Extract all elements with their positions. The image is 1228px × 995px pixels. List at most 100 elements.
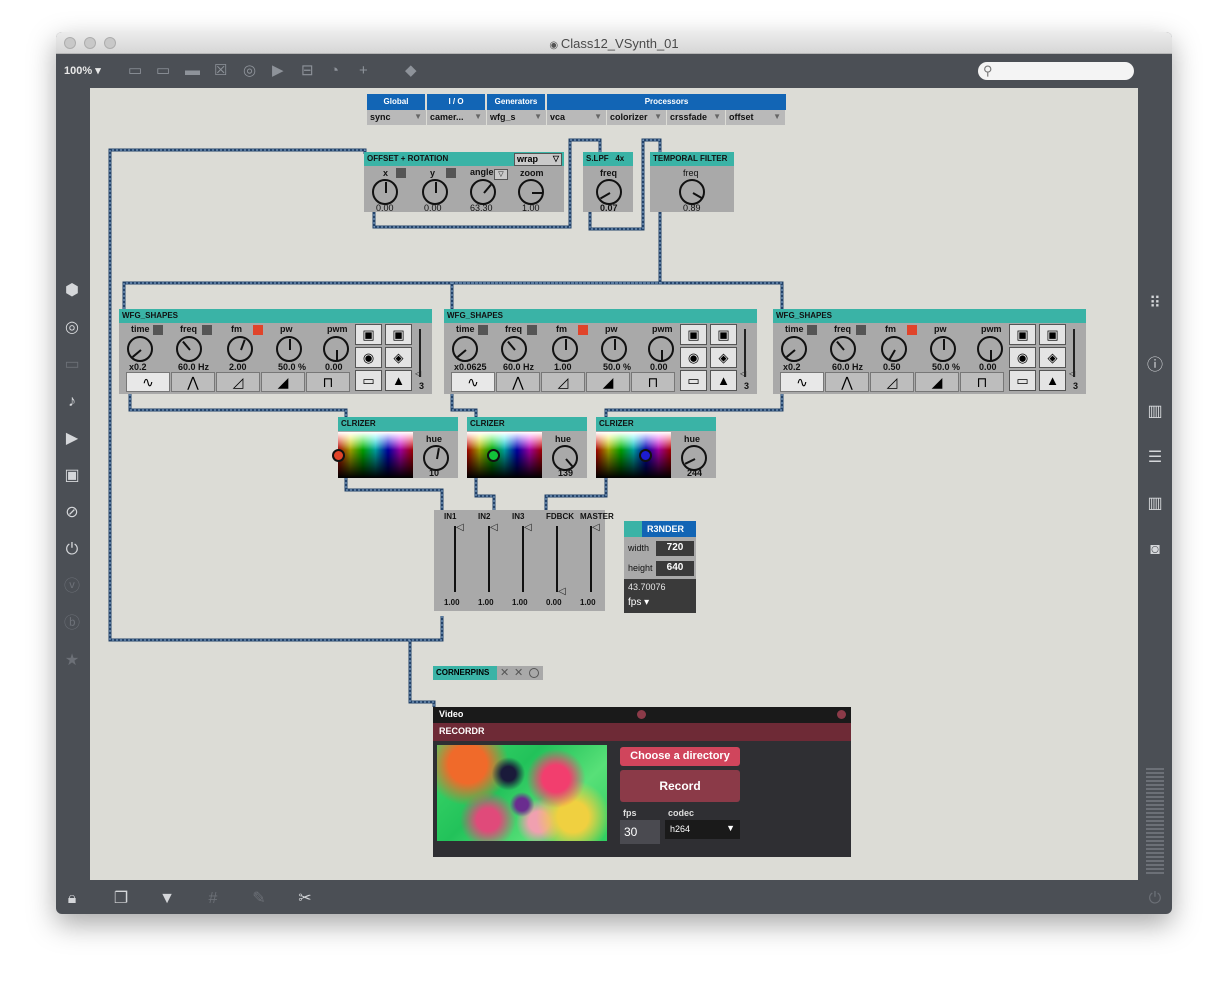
shape-button[interactable]: ◉	[355, 347, 382, 368]
shape-button[interactable]: ◈	[1039, 347, 1066, 368]
mixer-fader[interactable]	[556, 526, 558, 592]
wfg-param-knob[interactable]	[781, 336, 807, 362]
fps-unit-menu[interactable]: fps ▾	[628, 597, 694, 608]
shape-button[interactable]: ◈	[385, 347, 412, 368]
angle-knob[interactable]	[470, 179, 496, 205]
y-knob[interactable]	[422, 179, 448, 205]
wfg-param-knob[interactable]	[552, 336, 578, 362]
shape-button[interactable]: ▭	[680, 370, 707, 391]
fader-handle-icon[interactable]: ◁	[558, 586, 566, 597]
wfg-param-knob[interactable]	[127, 336, 153, 362]
clrizer-module[interactable]: CLRIZER hue 244	[596, 417, 716, 478]
comment-icon[interactable]: ▬	[185, 63, 200, 79]
paperclip-icon[interactable]: ⊘	[61, 504, 83, 522]
shape-button[interactable]: ▭	[355, 370, 382, 391]
menu-crssfade[interactable]: crssfade ▼	[667, 110, 726, 125]
waveform-button[interactable]: ◿	[870, 372, 914, 392]
wfg-mod-toggle[interactable]	[153, 325, 163, 335]
shape-button[interactable]: ▲	[1039, 370, 1066, 391]
shape-button[interactable]: ▭	[1009, 370, 1036, 391]
waveform-button[interactable]: ◢	[586, 372, 630, 392]
waveform-button[interactable]: ◿	[541, 372, 585, 392]
wrench-icon[interactable]: ✂	[294, 890, 316, 908]
wfg-mod-toggle[interactable]	[856, 325, 866, 335]
y-toggle[interactable]	[446, 168, 456, 178]
waveform-button[interactable]: ◢	[261, 372, 305, 392]
plug-icon[interactable]: ⏻	[61, 541, 83, 559]
codec-select[interactable]: h264 ▼	[665, 820, 740, 839]
windows-icon[interactable]: ❐	[110, 890, 132, 908]
fader-handle-icon[interactable]: ◁	[490, 522, 498, 533]
video-module[interactable]: Video RECORDR Choose a directory Record …	[433, 707, 851, 857]
media-play-icon[interactable]: ▶	[61, 430, 83, 448]
close-icon[interactable]: ✕	[500, 666, 509, 679]
patcher-canvas[interactable]: Global I / O Generators Processors sync ▼…	[90, 88, 1138, 880]
wfg-param-knob[interactable]	[176, 336, 202, 362]
add-object-icon[interactable]: +	[359, 63, 368, 79]
wfg-param-knob[interactable]	[830, 336, 856, 362]
menu-colorizer[interactable]: colorizer ▼	[607, 110, 667, 125]
fps-input[interactable]: 30	[620, 820, 660, 844]
hue-picker-ring[interactable]	[639, 449, 652, 462]
wfg-mod-toggle[interactable]	[253, 325, 263, 335]
wfg-mod-toggle[interactable]	[202, 325, 212, 335]
wfg-module[interactable]: WFG_SHAPES time x0.2 freq 60.0 Hz fm 2.00 pw 50.…	[119, 309, 432, 394]
waveform-button[interactable]: ⋀	[825, 372, 869, 392]
b-logo-icon[interactable]: ⓑ	[61, 615, 83, 633]
waveform-button[interactable]: ◢	[915, 372, 959, 392]
image-icon[interactable]: ▣	[61, 467, 83, 485]
zoom-menu[interactable]: 100% ▾	[64, 64, 101, 77]
music-note-icon[interactable]: ♪	[61, 393, 83, 411]
hue-picker-ring[interactable]	[332, 449, 345, 462]
shape-button[interactable]: ▲	[385, 370, 412, 391]
shape-button[interactable]: ▣	[1039, 324, 1066, 345]
toggle-icon[interactable]: ☒	[214, 63, 227, 79]
record-button[interactable]: Record	[620, 770, 740, 802]
paint-bucket-icon[interactable]: ◆	[405, 63, 417, 79]
shape-button[interactable]: ▲	[710, 370, 737, 391]
slpf-module[interactable]: S.LPF 4x freq 0.07	[583, 152, 633, 213]
debug-icon[interactable]: ✎	[248, 890, 270, 908]
hue-spectrum[interactable]	[467, 432, 542, 478]
mixer-fader[interactable]	[522, 526, 524, 592]
waveform-button[interactable]: ∿	[126, 372, 170, 392]
wfg-param-knob[interactable]	[276, 336, 302, 362]
play-object-icon[interactable]: ▶	[272, 63, 284, 79]
shape-button[interactable]: ▣	[710, 324, 737, 345]
shape-button[interactable]: ▣	[1009, 324, 1036, 345]
wfg-mod-toggle[interactable]	[527, 325, 537, 335]
wfg-param-knob[interactable]	[323, 336, 349, 362]
choose-directory-button[interactable]: Choose a directory	[620, 747, 740, 766]
hue-spectrum[interactable]	[332, 432, 413, 478]
book-icon[interactable]: ▥	[1144, 403, 1166, 421]
mixer-fader[interactable]	[590, 526, 592, 592]
clrizer-module[interactable]: CLRIZER hue 139	[467, 417, 587, 478]
package-icon[interactable]: ⬢	[61, 282, 83, 300]
camera-icon[interactable]: ◙	[1144, 541, 1166, 559]
close-icon-2[interactable]: ✕	[514, 666, 523, 679]
list-icon[interactable]: ☰	[1144, 449, 1166, 467]
shape-button[interactable]: ▣	[355, 324, 382, 345]
wfg-param-knob[interactable]	[601, 336, 627, 362]
shape-button[interactable]: ◉	[680, 347, 707, 368]
zoom-knob[interactable]	[518, 179, 544, 205]
wfg-module[interactable]: WFG_SHAPES time x0.0625 freq 60.0 Hz fm 1.00 pw…	[444, 309, 757, 394]
info-icon[interactable]: ⓘ	[1144, 357, 1166, 375]
reference-icon[interactable]: ▥	[1144, 495, 1166, 513]
search-input[interactable]: ⚲	[978, 62, 1134, 80]
temporal-freq-knob[interactable]	[679, 179, 705, 205]
menu-vca[interactable]: vca ▼	[547, 110, 607, 125]
waveform-button[interactable]: ⊓	[631, 372, 675, 392]
menu-camera[interactable]: camer... ▼	[427, 110, 487, 125]
fader-handle-icon[interactable]: ◁	[524, 522, 532, 533]
grid-dots-icon[interactable]: ⠿	[1144, 295, 1166, 313]
waveform-button[interactable]: ∿	[780, 372, 824, 392]
menu-sync[interactable]: sync ▼	[367, 110, 427, 125]
menu-wfg[interactable]: wfg_s ▼	[487, 110, 547, 125]
wfg-param-knob[interactable]	[501, 336, 527, 362]
grid-icon[interactable]: #	[202, 890, 224, 908]
waveform-button[interactable]: ∿	[451, 372, 495, 392]
clrizer-module[interactable]: CLRIZER hue 10	[332, 417, 458, 478]
power-icon[interactable]: ⏻	[1144, 890, 1166, 908]
lock-icon[interactable]: 🔒︎	[61, 890, 83, 908]
